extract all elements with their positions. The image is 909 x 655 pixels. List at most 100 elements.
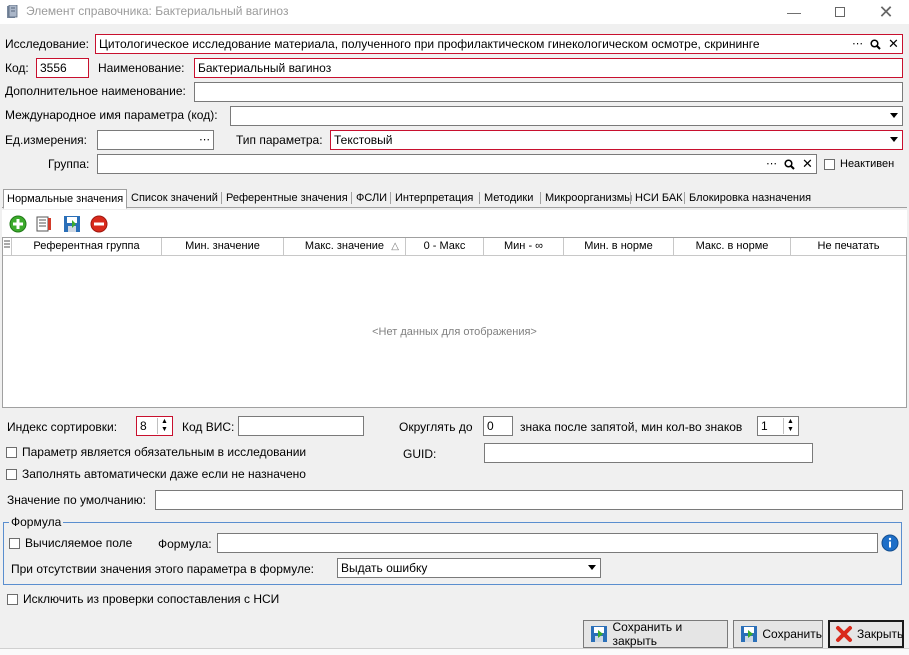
sort-index-spinner[interactable]: 8 ▲ ▼ — [136, 416, 173, 436]
code-field[interactable]: 3556 — [36, 58, 89, 78]
vis-code-label: Код ВИС: — [182, 420, 235, 434]
group-label: Группа: — [48, 157, 90, 171]
tab-separator — [390, 192, 391, 204]
edit-button[interactable] — [33, 213, 55, 235]
group-search-button[interactable] — [781, 156, 798, 172]
save-grid-button[interactable] — [61, 213, 83, 235]
mandatory-label: Параметр является обязательным в исследо… — [22, 445, 307, 459]
intl-name-dropdown[interactable] — [230, 106, 903, 126]
tab-reference-values[interactable]: Референтные значения — [223, 189, 351, 208]
mandatory-checkbox[interactable] — [6, 447, 17, 458]
add-icon — [9, 215, 27, 233]
info-icon — [881, 534, 898, 551]
inactive-checkbox[interactable] — [824, 159, 835, 170]
save-icon — [739, 624, 758, 644]
study-label: Исследование: — [5, 37, 89, 51]
inactive-label: Неактивен — [840, 158, 895, 170]
vis-code-field[interactable] — [238, 416, 364, 436]
save-icon — [64, 216, 80, 232]
exclude-nsi-checkbox[interactable] — [7, 594, 18, 605]
formula-info-button[interactable] — [879, 532, 900, 553]
additional-name-label: Дополнительное наименование: — [5, 84, 186, 98]
tab-interpretation[interactable]: Интерпретация — [392, 189, 476, 208]
save-close-icon — [589, 624, 609, 644]
clear-icon: ✕ — [802, 156, 813, 171]
edit-icon — [36, 216, 51, 232]
grid-row-selector[interactable] — [3, 238, 12, 256]
min-digits-value: 1 — [761, 419, 768, 433]
ellipsis-icon: ⋯ — [199, 134, 210, 146]
tab-normal-values[interactable]: Нормальные значения — [3, 189, 128, 209]
minimize-button[interactable]: — — [771, 0, 817, 24]
ellipsis-button[interactable]: ⋯ — [849, 36, 866, 52]
column-chooser-icon — [4, 240, 10, 248]
group-field[interactable]: ⋯ ✕ — [97, 154, 817, 174]
column-header[interactable]: Мин - ∞ — [484, 238, 564, 256]
clear-icon: ✕ — [888, 36, 899, 51]
clear-button[interactable]: ✕ — [885, 36, 902, 52]
spinner-arrows-icon[interactable]: ▲ ▼ — [157, 418, 171, 434]
min-digits-spinner[interactable]: 1 ▲ ▼ — [757, 416, 799, 436]
app-icon — [6, 4, 18, 19]
maximize-button[interactable] — [817, 0, 863, 24]
param-type-label: Тип параметра: — [236, 133, 323, 147]
window-title: Элемент справочника: Бактериальный вагин… — [26, 4, 289, 18]
name-label: Наименование: — [98, 61, 185, 75]
column-header[interactable]: Макс. в норме — [674, 238, 791, 256]
ellipsis-icon: ⋯ — [852, 38, 863, 50]
intl-name-label: Международное имя параметра (код): — [5, 108, 218, 122]
autofill-checkbox[interactable] — [6, 469, 17, 480]
search-button[interactable] — [867, 36, 884, 52]
tab-value-list[interactable]: Список значений — [128, 189, 221, 208]
add-button[interactable] — [7, 213, 29, 235]
chevron-down-icon — [890, 113, 898, 118]
formula-field[interactable] — [217, 533, 878, 553]
computed-label: Вычисляемое поле — [25, 536, 133, 550]
unit-field[interactable]: ⋯ — [97, 130, 214, 150]
additional-name-field[interactable] — [194, 82, 903, 102]
ellipsis-icon: ⋯ — [766, 158, 777, 170]
group-ellipsis-button[interactable]: ⋯ — [763, 156, 780, 172]
guid-field[interactable] — [484, 443, 813, 463]
name-field[interactable]: Бактериальный вагиноз — [194, 58, 903, 78]
search-icon — [870, 38, 881, 50]
column-header[interactable]: Мин. значение — [162, 238, 284, 256]
tab-fsli[interactable]: ФСЛИ — [353, 189, 390, 208]
computed-checkbox[interactable] — [9, 538, 20, 549]
default-value-field[interactable] — [155, 490, 903, 510]
tab-separator — [630, 192, 631, 204]
column-header[interactable]: Макс. значение △ — [284, 238, 406, 256]
tab-separator — [684, 192, 685, 204]
param-type-dropdown[interactable]: Текстовый — [330, 130, 903, 150]
study-field[interactable]: Цитологическое исследование материала, п… — [95, 34, 903, 54]
unit-ellipsis-button[interactable]: ⋯ — [196, 132, 213, 148]
column-header[interactable]: Не печатать — [791, 238, 906, 256]
save-button[interactable]: Сохранить — [733, 620, 823, 648]
normal-values-grid — [2, 237, 907, 408]
close-icon: ✕ — [878, 1, 894, 22]
spinner-arrows-icon[interactable]: ▲ ▼ — [783, 418, 797, 434]
status-strip — [0, 648, 909, 655]
grid-empty-message: <Нет данных для отображения> — [372, 326, 537, 338]
tab-methods[interactable]: Методики — [481, 189, 536, 208]
missing-value-dropdown[interactable]: Выдать ошибку — [337, 558, 601, 578]
delete-button[interactable] — [88, 213, 110, 235]
minimize-icon: — — [787, 4, 801, 20]
tab-nsi-bak[interactable]: НСИ БАК — [632, 189, 686, 208]
tab-block-assignment[interactable]: Блокировка назначения — [686, 189, 814, 208]
sort-index-label: Индекс сортировки: — [7, 420, 118, 434]
save-and-close-button[interactable]: Сохранить и закрыть — [583, 620, 728, 648]
column-header[interactable]: Референтная группа — [12, 238, 162, 256]
column-header[interactable]: Мин. в норме — [564, 238, 674, 256]
sort-index-value: 8 — [140, 419, 147, 433]
close-window-button[interactable]: ✕ — [863, 0, 909, 24]
tab-separator — [221, 192, 222, 204]
close-button[interactable]: Закрыть — [828, 620, 904, 648]
maximize-icon — [835, 7, 845, 17]
round-field[interactable]: 0 — [483, 416, 513, 436]
column-header[interactable]: 0 - Макс — [406, 238, 484, 256]
tab-microorganisms[interactable]: Микроорганизмы — [542, 189, 635, 208]
autofill-label: Заполнять автоматически даже если не наз… — [22, 467, 306, 481]
decimals-label: знака после запятой, мин кол-во знаков — [520, 420, 743, 434]
group-clear-button[interactable]: ✕ — [799, 156, 816, 172]
